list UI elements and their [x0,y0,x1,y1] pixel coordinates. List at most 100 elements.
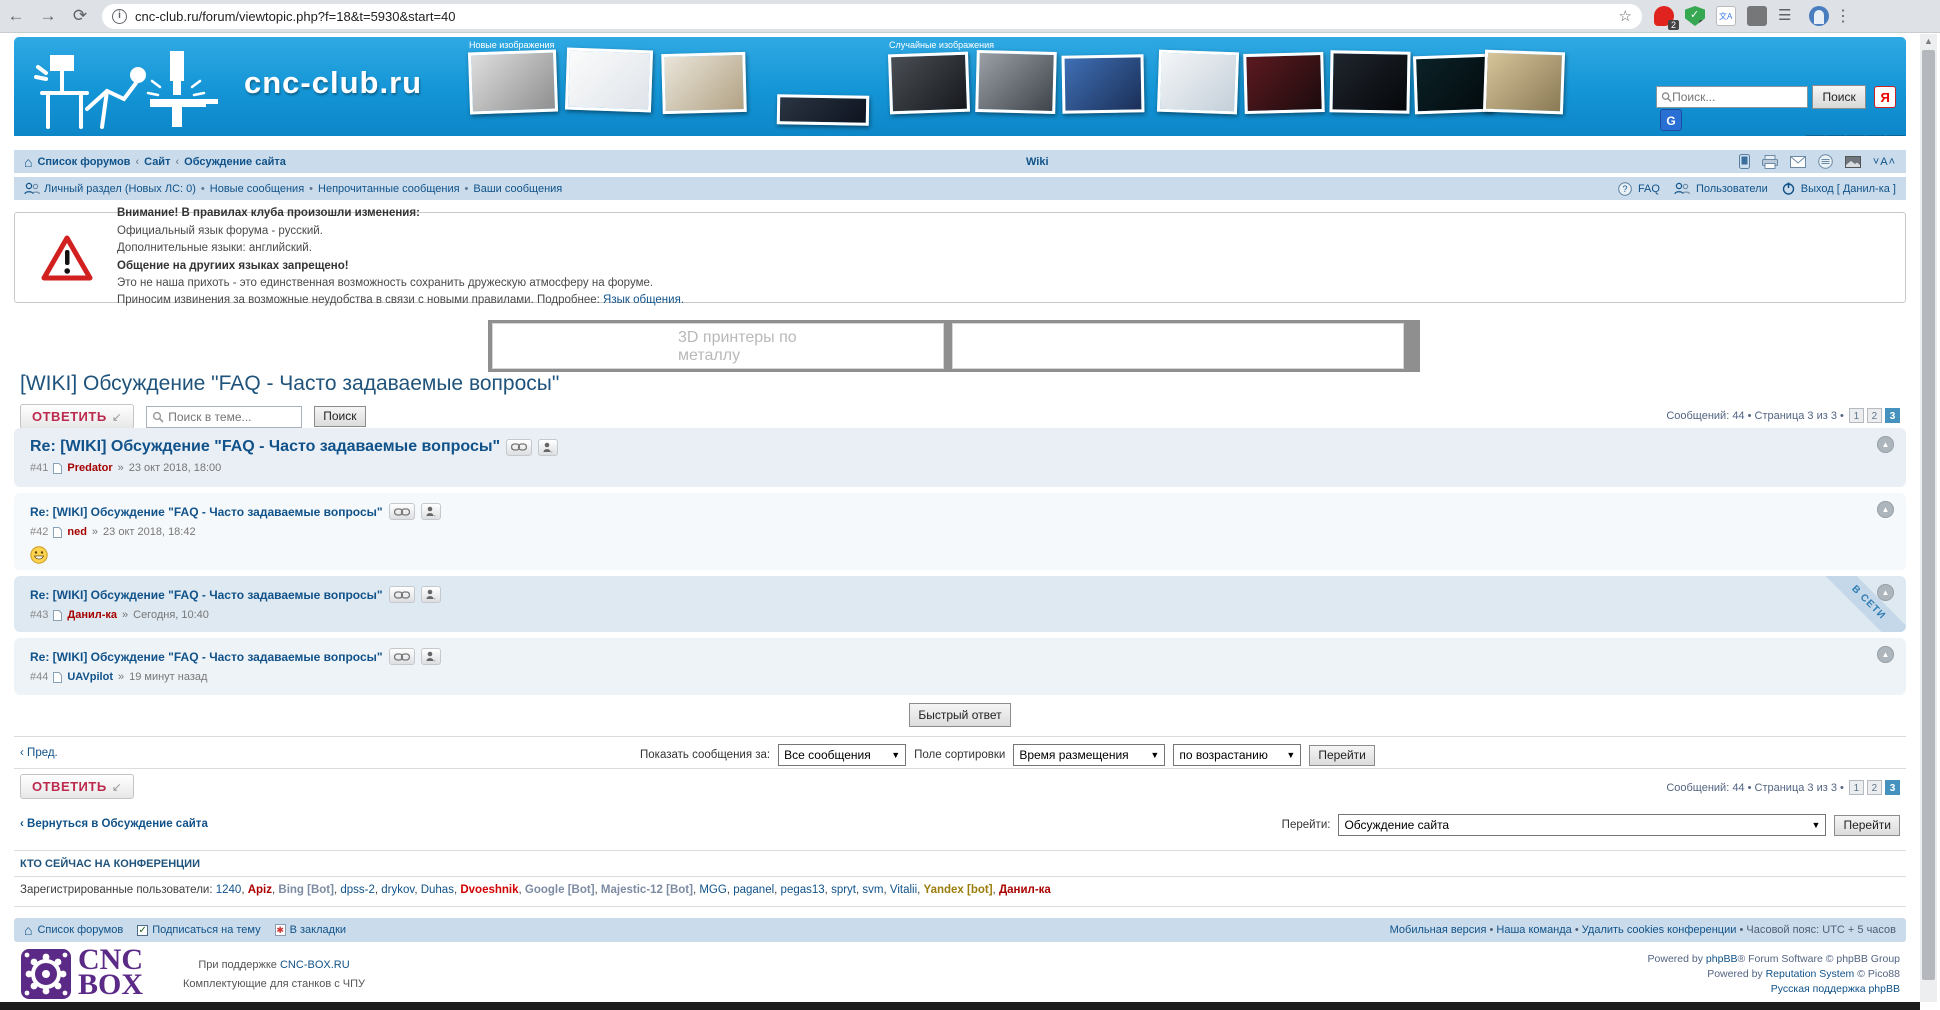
permalink-icon[interactable] [506,438,533,456]
address-bar[interactable]: i cnc-club.ru/forum/viewtopic.php?f=18&t… [102,3,1642,29]
header-thumbnail[interactable] [661,51,747,115]
online-user[interactable]: Dvoeshnik [460,884,518,896]
previous-page-link[interactable]: ‹ Пред. [20,747,58,759]
subscribe-checkbox[interactable]: ✓ [137,924,149,936]
cnc-box-link[interactable]: CNC-BOX.RU [280,959,350,971]
header-thumbnail[interactable] [1413,53,1493,115]
reputation-icon[interactable] [1818,154,1833,169]
translate-extension-icon[interactable] [1716,6,1736,26]
bookmark-star-icon[interactable]: ☆ [1619,7,1632,25]
return-to-forum-link[interactable]: ‹ Вернуться в Обсуждение сайта [20,818,208,830]
online-user[interactable]: dpss-2 [340,884,375,896]
online-user[interactable]: Google [Bot] [525,884,595,896]
email-icon[interactable] [1789,155,1806,168]
jump-go-button[interactable]: Перейти [1834,814,1900,836]
online-user[interactable]: Vitalii [890,884,917,896]
bookmarks-link[interactable]: В закладки [290,924,346,936]
header-thumbnail[interactable] [467,49,559,115]
mobile-version-icon[interactable] [1738,154,1750,169]
wiki-link[interactable]: Wiki [1026,156,1049,168]
post-page-icon[interactable] [53,671,63,683]
phpbb-link[interactable]: phpBB [1706,953,1738,965]
online-user[interactable]: drykov [381,884,414,896]
breadcrumb-discussion[interactable]: Обсуждение сайта [184,156,286,168]
search-input[interactable] [1672,90,1803,104]
profile-icon[interactable]: , [538,438,559,456]
post-top-icon[interactable]: ▲ [1877,646,1894,663]
header-thumbnail[interactable] [1156,49,1240,115]
faq-link[interactable]: FAQ [1638,183,1660,195]
post-top-icon[interactable]: ▲ [1877,584,1894,601]
post-page-icon[interactable] [53,526,63,538]
post-top-icon[interactable]: ▲ [1877,501,1894,518]
post-subject-link[interactable]: Re: [WIKI] Обсуждение "FAQ - Часто задав… [30,438,500,456]
page-button-3[interactable]: 3 [1885,408,1900,423]
unread-posts-link[interactable]: Непрочитанные сообщения [318,183,460,195]
site-title[interactable]: cnc-club.ru [244,65,422,101]
post-subject-link[interactable]: Re: [WIKI] Обсуждение "FAQ - Часто задав… [30,588,383,602]
post-subject-link[interactable]: Re: [WIKI] Обсуждение "FAQ - Часто задав… [30,650,383,664]
header-thumbnail[interactable] [1482,49,1566,115]
users-link[interactable]: Пользователи [1696,183,1768,195]
post-author[interactable]: ned [67,526,87,538]
gallery-icon[interactable] [1844,155,1861,168]
page-scrollbar[interactable]: ▲ [1920,34,1937,1002]
back-icon[interactable]: ← [0,6,32,26]
yandex-search-icon[interactable]: Я [1874,86,1897,108]
online-user[interactable]: Bing [Bot] [278,884,334,896]
topic-title[interactable]: [WIKI] Обсуждение "FAQ - Часто задаваемы… [20,372,559,396]
our-team-link[interactable]: Наша команда [1496,924,1571,936]
online-user[interactable]: MGG [699,884,726,896]
show-posts-select[interactable]: Все сообщения ▼ [778,744,907,766]
profile-avatar[interactable] [1809,6,1829,26]
online-user[interactable]: Apiz [248,884,272,896]
page-button-2[interactable]: 2 [1866,780,1882,795]
header-thumbnail[interactable] [887,51,971,115]
shield-extension-icon[interactable]: 3 [1685,6,1705,26]
online-user[interactable]: spryt [831,884,856,896]
header-thumbnail[interactable] [975,49,1057,115]
playlist-extension-icon[interactable]: ☰ [1778,6,1798,26]
online-user[interactable]: Majestic-12 [Bot] [601,884,693,896]
home-icon[interactable]: ⌂ [24,154,32,170]
cnc-box-logo[interactable] [20,948,72,1000]
online-user[interactable]: Yandex [bot] [924,884,993,896]
header-thumbnail[interactable] [564,47,654,113]
header-thumbnail[interactable] [776,94,870,126]
scrollbar-thumb[interactable] [1922,50,1935,980]
bookmark-icon[interactable]: ✱ [274,924,286,936]
header-thumbnail[interactable] [1243,51,1325,115]
online-user[interactable]: svm [862,884,883,896]
refresh-icon[interactable]: ⟳ [64,6,96,26]
post-page-icon[interactable] [53,462,63,474]
puzzle-extension-icon[interactable] [1747,6,1767,26]
new-posts-link[interactable]: Новые сообщения [210,183,304,195]
print-icon[interactable] [1761,154,1778,169]
cnc-club-logo[interactable] [32,47,232,133]
page-button-1[interactable]: 1 [1848,780,1864,795]
post-author[interactable]: UAVpilot [67,671,113,683]
ad-banner-left[interactable]: 3D принтеры по металлу [492,323,944,369]
forward-icon[interactable]: → [32,6,64,26]
post-author[interactable]: Данил-ка [67,609,117,621]
scrollbar-up-icon[interactable]: ▲ [1920,34,1937,48]
quick-reply-button[interactable]: Быстрый ответ [909,703,1011,727]
home-icon[interactable]: ⌂ [24,922,32,938]
online-user[interactable]: pegas13 [781,884,825,896]
online-user[interactable]: 1240 [216,884,242,896]
online-user[interactable]: paganel [733,884,774,896]
ad-banner-right[interactable] [952,323,1404,369]
page-button-2[interactable]: 2 [1866,408,1882,423]
topic-search-button[interactable]: Поиск [314,406,366,427]
page-info-icon[interactable]: i [112,8,127,24]
mobile-version-link[interactable]: Мобильная версия [1390,924,1487,936]
forum-jump-select[interactable]: Обсуждение сайта ▼ [1338,814,1827,836]
subscribe-link[interactable]: Подписаться на тему [152,924,260,936]
online-user[interactable]: Данил-ка [999,884,1051,896]
post-author[interactable]: Predator [67,462,112,474]
russian-support-link[interactable]: Русская поддержка phpBB [1771,983,1900,995]
breadcrumb-site[interactable]: Сайт [144,156,170,168]
sort-go-button[interactable]: Перейти [1309,744,1375,766]
reputation-system-link[interactable]: Reputation System [1766,968,1855,980]
header-thumbnail[interactable] [1061,54,1145,114]
